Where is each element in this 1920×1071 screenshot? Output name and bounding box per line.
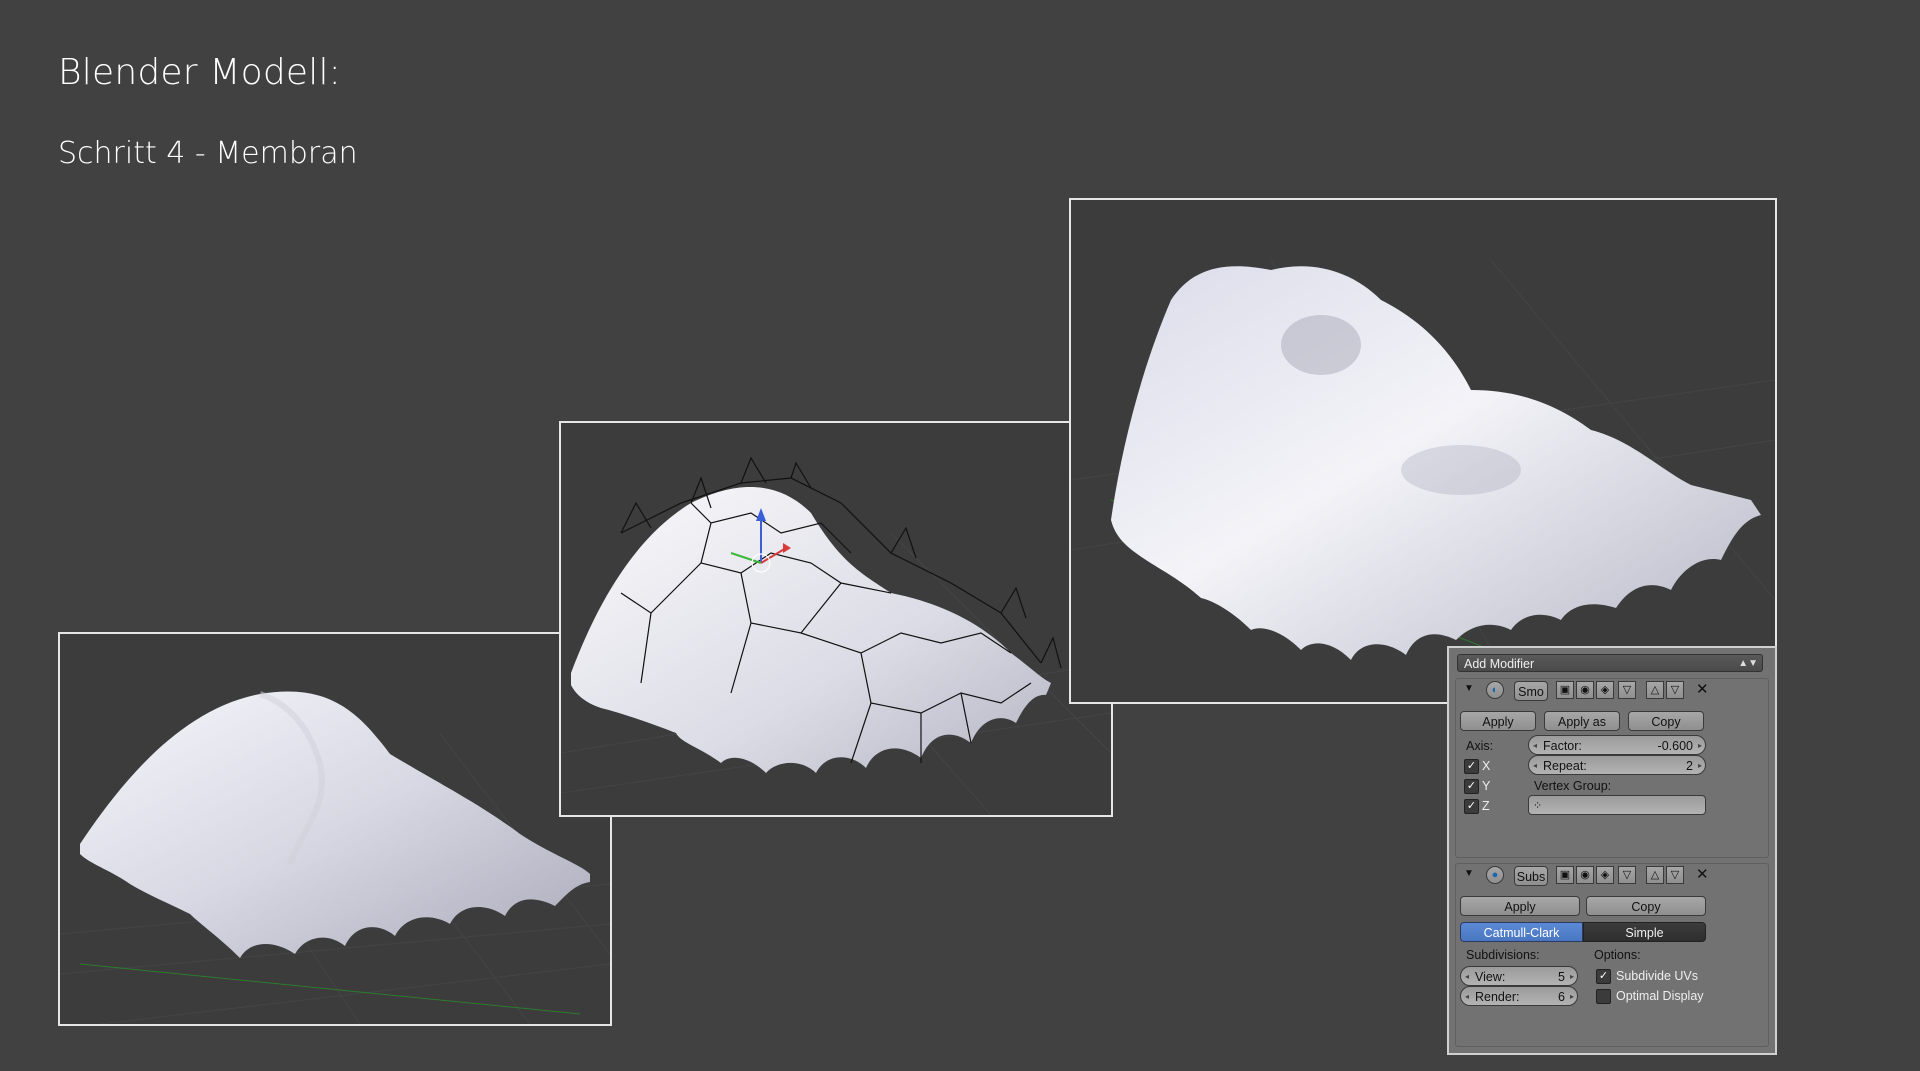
mode-catmull-clark-tab[interactable]: Catmull-Clark — [1460, 922, 1583, 942]
options-label: Options: — [1594, 948, 1641, 962]
editmode-icon[interactable]: ◈ — [1596, 681, 1614, 699]
subsurf-apply-button[interactable]: Apply — [1460, 896, 1580, 916]
collapse-triangle-icon[interactable]: ▼ — [1464, 868, 1474, 879]
move-down-icon[interactable]: ▽ — [1666, 681, 1684, 699]
repeat-value: 2 — [1686, 759, 1693, 773]
move-up-icon[interactable]: △ — [1646, 681, 1664, 699]
mode-simple-tab[interactable]: Simple — [1583, 922, 1706, 942]
smooth-apply-button[interactable]: Apply — [1460, 711, 1536, 731]
subdivide-uvs-checkbox[interactable]: ✓ — [1596, 969, 1611, 984]
page-subtitle: Schritt 4 - Membran — [58, 136, 358, 171]
add-modifier-dropdown[interactable]: Add Modifier ▲▼ — [1457, 654, 1763, 672]
close-icon[interactable]: ✕ — [1696, 680, 1709, 698]
axis-x-checkbox[interactable]: ✓ — [1464, 759, 1479, 774]
cage-icon[interactable]: ▽ — [1618, 681, 1636, 699]
subsurf-modifier: ▼ ● Subs ▣ ◉ ◈ ▽ △ ▽ ✕ Apply Copy Catmul… — [1455, 863, 1769, 1047]
smooth-modifier-icon: ◐ — [1486, 681, 1504, 699]
move-down-icon[interactable]: ▽ — [1666, 866, 1684, 884]
membrane-surface — [571, 486, 1051, 773]
smooth-modifier: ▼ ◐ Smo ▣ ◉ ◈ ▽ △ ▽ ✕ Apply Apply as Sha… — [1455, 678, 1769, 858]
modifier-panel: Add Modifier ▲▼ ▼ ◐ Smo ▣ ◉ ◈ ▽ △ ▽ ✕ Ap… — [1447, 646, 1777, 1055]
updown-arrow-icon: ▲▼ — [1738, 658, 1758, 669]
eye-icon[interactable]: ◉ — [1576, 866, 1594, 884]
repeat-field[interactable]: ◂ Repeat: 2 ▸ — [1528, 755, 1706, 775]
view-levels-field[interactable]: ◂ View: 5 ▸ — [1460, 966, 1578, 986]
subsurf-name-field[interactable]: Subs — [1514, 866, 1548, 886]
membrane-render-center — [561, 456, 1111, 815]
view-value: 5 — [1558, 970, 1565, 984]
repeat-label: Repeat: — [1543, 759, 1587, 773]
subsurf-modifier-icon: ● — [1486, 866, 1504, 884]
add-modifier-label: Add Modifier — [1464, 657, 1535, 671]
vertex-group-field[interactable]: ⁘ — [1528, 795, 1706, 815]
smooth-name-field[interactable]: Smo — [1514, 681, 1548, 701]
viewport-membrane-wireframe[interactable] — [559, 421, 1113, 817]
render-toggle-icon[interactable]: ▣ — [1556, 866, 1574, 884]
render-value: 6 — [1558, 990, 1565, 1004]
subsurf-copy-button[interactable]: Copy — [1586, 896, 1706, 916]
subdivide-uvs-label: Subdivide UVs — [1616, 969, 1698, 983]
eye-icon[interactable]: ◉ — [1576, 681, 1594, 699]
factor-label: Factor: — [1543, 739, 1582, 753]
cage-icon[interactable]: ▽ — [1618, 866, 1636, 884]
axis-x-label: X — [1482, 759, 1491, 773]
subdivisions-label: Subdivisions: — [1466, 948, 1540, 962]
close-icon[interactable]: ✕ — [1696, 865, 1709, 883]
collapse-triangle-icon[interactable]: ▼ — [1464, 683, 1474, 694]
x-axis-line — [79, 963, 581, 1015]
axis-z-label: Z — [1482, 799, 1490, 813]
render-levels-field[interactable]: ◂ Render: 6 ▸ — [1460, 986, 1578, 1006]
viewport-membrane-smooth[interactable] — [58, 632, 612, 1026]
optimal-display-label: Optimal Display — [1616, 989, 1704, 1003]
membrane-surface — [80, 691, 590, 958]
axis-label: Axis: — [1466, 739, 1494, 753]
factor-value: -0.600 — [1657, 739, 1693, 753]
axis-y-checkbox[interactable]: ✓ — [1464, 779, 1479, 794]
editmode-icon[interactable]: ◈ — [1596, 866, 1614, 884]
membrane-render-right — [1071, 259, 1775, 702]
optimal-display-checkbox[interactable] — [1596, 989, 1611, 1004]
page-title: Blender Modell: — [58, 52, 342, 93]
membrane-render-left — [60, 691, 610, 1024]
smooth-apply-shape-button[interactable]: Apply as Sha... — [1544, 711, 1620, 749]
vertex-group-label: Vertex Group: — [1534, 779, 1612, 793]
vertex-group-icon: ⁘ — [1533, 800, 1543, 812]
axis-z-checkbox[interactable]: ✓ — [1464, 799, 1479, 814]
smooth-copy-button[interactable]: Copy — [1628, 711, 1704, 731]
axis-y-label: Y — [1482, 779, 1491, 793]
move-up-icon[interactable]: △ — [1646, 866, 1664, 884]
viewport-membrane-detailed[interactable] — [1069, 198, 1777, 704]
render-toggle-icon[interactable]: ▣ — [1556, 681, 1574, 699]
view-label: View: — [1475, 970, 1506, 984]
factor-field[interactable]: ◂ Factor: -0.600 ▸ — [1528, 735, 1706, 755]
render-label: Render: — [1475, 990, 1520, 1004]
